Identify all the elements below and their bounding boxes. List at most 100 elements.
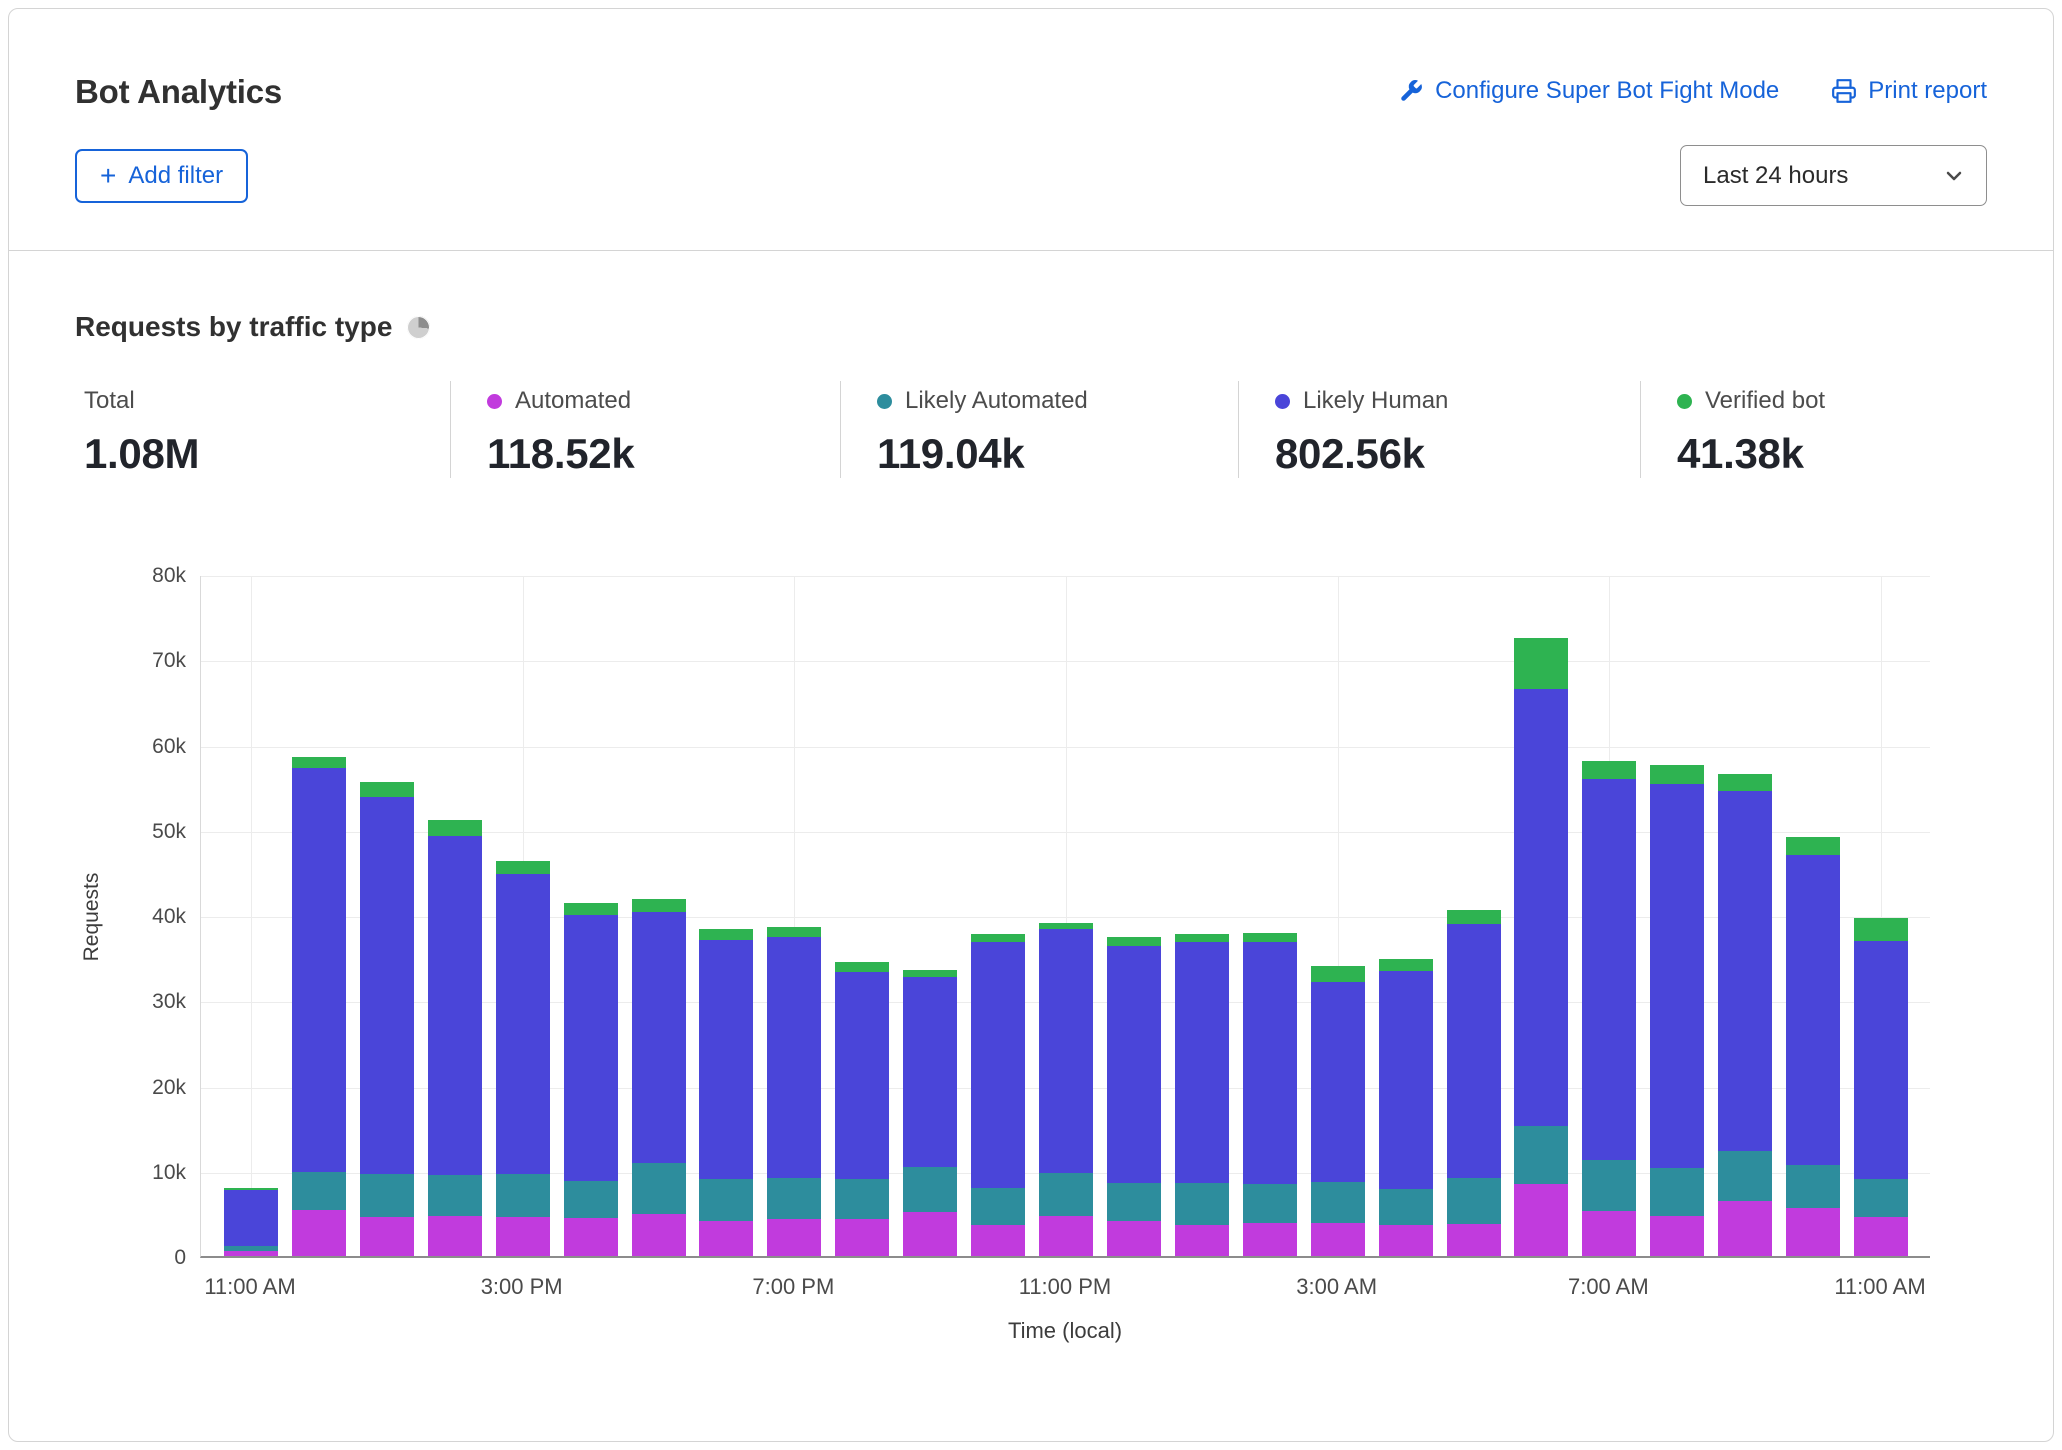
stacked-bar[interactable] (1447, 910, 1501, 1256)
bar-segment (1514, 638, 1568, 689)
bar-segment (1786, 837, 1840, 855)
bot-analytics-card: Bot Analytics Configure Super Bot Fight … (8, 8, 2054, 1442)
stat-verified-bot[interactable]: Verified bot 41.38k (1640, 381, 1987, 478)
bar-segment (1175, 1183, 1229, 1226)
bar-segment (699, 929, 753, 940)
stacked-bar[interactable] (1786, 837, 1840, 1256)
bar-segment (224, 1190, 278, 1245)
time-range-select[interactable]: Last 24 hours (1680, 145, 1987, 206)
stacked-bar[interactable] (564, 903, 618, 1256)
bar-segment (632, 899, 686, 913)
bar-segment (1175, 942, 1229, 1182)
pie-chart-icon (407, 316, 430, 339)
bar-segment (1718, 774, 1772, 791)
configure-super-bot-fight-mode-link[interactable]: Configure Super Bot Fight Mode (1398, 77, 1779, 105)
stacked-bar[interactable] (1582, 761, 1636, 1256)
stacked-bar[interactable] (360, 782, 414, 1256)
stacked-bar[interactable] (496, 861, 550, 1256)
stacked-bar[interactable] (1718, 774, 1772, 1257)
requests-section: Requests by traffic type Total 1.08M Aut… (9, 311, 2053, 1366)
likely-human-dot-icon (1275, 394, 1290, 409)
bar-segment (1718, 791, 1772, 1152)
wrench-icon (1398, 78, 1424, 104)
stat-total-label: Total (84, 387, 135, 415)
bar-segment (699, 1221, 753, 1256)
bar-segment (1582, 1160, 1636, 1211)
stacked-bar[interactable] (428, 820, 482, 1256)
stat-likely-human[interactable]: Likely Human 802.56k (1238, 381, 1640, 478)
bar-segment (1243, 1184, 1297, 1223)
stacked-bar[interactable] (767, 927, 821, 1256)
y-tick-label: 50k (76, 820, 186, 844)
bar-segment (1447, 910, 1501, 924)
plot-area (200, 576, 1930, 1258)
y-tick-label: 30k (76, 990, 186, 1014)
bar-segment (767, 937, 821, 1178)
bar-segment (1175, 1225, 1229, 1256)
stacked-bar[interactable] (1243, 933, 1297, 1256)
stacked-bar[interactable] (835, 962, 889, 1256)
bar-segment (767, 1178, 821, 1218)
time-range-value: Last 24 hours (1703, 162, 1848, 190)
bar-segment (1107, 937, 1161, 946)
stacked-bar[interactable] (1379, 959, 1433, 1256)
bar-segment (496, 874, 550, 1174)
y-tick-label: 40k (76, 905, 186, 929)
y-tick-label: 80k (76, 564, 186, 588)
stacked-bar[interactable] (1311, 966, 1365, 1256)
stat-likely-automated[interactable]: Likely Automated 119.04k (840, 381, 1238, 478)
stacked-bar[interactable] (1039, 923, 1093, 1256)
stacked-bar[interactable] (699, 929, 753, 1256)
stacked-bar[interactable] (971, 934, 1025, 1256)
stat-likely-human-label: Likely Human (1303, 387, 1448, 415)
bar-segment (632, 1214, 686, 1256)
stacked-bar[interactable] (1650, 765, 1704, 1256)
traffic-type-legend: Total 1.08M Automated 118.52k Likely Aut… (75, 381, 1987, 478)
bar-segment (1379, 1189, 1433, 1226)
bar-segment (903, 1212, 957, 1256)
bar-segment (1175, 934, 1229, 943)
bar-segment (1650, 765, 1704, 784)
add-filter-button[interactable]: + Add filter (75, 149, 248, 203)
bar-segment (1718, 1201, 1772, 1256)
bar-segment (835, 1179, 889, 1219)
bar-segment (1582, 1211, 1636, 1256)
bar-segment (428, 1216, 482, 1256)
bar-segment (1107, 1183, 1161, 1221)
header-links: Configure Super Bot Fight Mode Print rep… (1398, 73, 1987, 105)
stat-automated-value: 118.52k (487, 430, 820, 478)
stacked-bar[interactable] (1854, 918, 1908, 1256)
stat-total: Total 1.08M (75, 381, 450, 478)
print-report-link[interactable]: Print report (1831, 77, 1987, 105)
header: Bot Analytics Configure Super Bot Fight … (9, 9, 2053, 111)
stacked-bar[interactable] (224, 1188, 278, 1256)
bar-segment (1107, 1221, 1161, 1256)
stacked-bar[interactable] (903, 970, 957, 1256)
x-tick-label: 11:00 AM (1795, 1274, 1965, 1300)
x-axis-title: Time (local) (200, 1318, 1930, 1344)
stat-likely-automated-label: Likely Automated (905, 387, 1088, 415)
bar-segment (1039, 1173, 1093, 1216)
verified-bot-dot-icon (1677, 394, 1692, 409)
stacked-bar[interactable] (292, 757, 346, 1256)
bar-segment (1786, 855, 1840, 1164)
bar-segment (1854, 1217, 1908, 1256)
bar-segment (1311, 1182, 1365, 1223)
stat-total-value: 1.08M (84, 430, 430, 478)
x-tick-label: 7:00 PM (708, 1274, 878, 1300)
bar-segment (767, 927, 821, 937)
stacked-bar[interactable] (1175, 934, 1229, 1256)
bar-segment (1039, 929, 1093, 1174)
chevron-down-icon (1942, 164, 1966, 188)
bar-segment (1243, 1223, 1297, 1256)
bar-segment (1650, 1168, 1704, 1216)
bar-segment (1311, 1223, 1365, 1256)
stacked-bar[interactable] (1514, 638, 1568, 1256)
bar-segment (564, 1218, 618, 1256)
x-tick-label: 7:00 AM (1523, 1274, 1693, 1300)
stat-automated[interactable]: Automated 118.52k (450, 381, 840, 478)
bar-segment (1311, 982, 1365, 1181)
stacked-bar[interactable] (632, 899, 686, 1256)
bar-segment (1514, 1126, 1568, 1184)
stacked-bar[interactable] (1107, 937, 1161, 1256)
